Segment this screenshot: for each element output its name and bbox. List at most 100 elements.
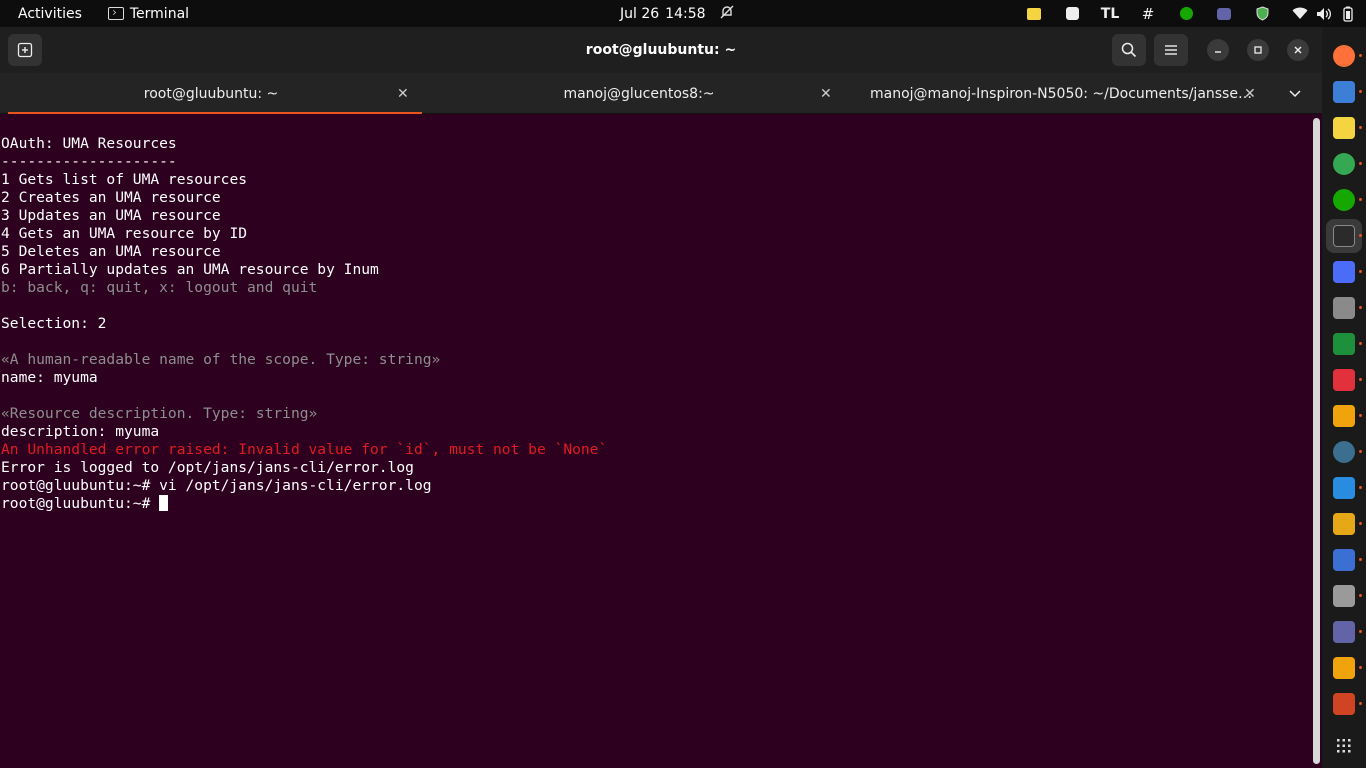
document-viewer-icon[interactable] (1333, 81, 1355, 103)
terminal-line: name: myuma (1, 369, 98, 386)
running-indicator (1359, 450, 1362, 453)
chrome-icon[interactable] (1333, 153, 1355, 175)
tabs-overflow-button[interactable] (1288, 85, 1302, 104)
tab-manoj-glucentos8[interactable]: manoj@glucentos8:~ ✕ (430, 73, 848, 114)
terminal-line: -------------------- (1, 153, 177, 170)
running-indicator (1359, 90, 1362, 93)
activities-button[interactable]: Activities (18, 6, 82, 22)
terminal-line: 2 Creates an UMA resource (1, 189, 221, 206)
time-label: 14:58 (665, 5, 706, 22)
archive-icon[interactable] (1333, 513, 1355, 535)
web-browser-icon[interactable] (1333, 441, 1355, 463)
volume-icon (1316, 6, 1332, 22)
slack-tray-icon[interactable]: # (1140, 5, 1156, 23)
notes-tray-icon[interactable] (1064, 6, 1080, 22)
running-indicator (1359, 342, 1362, 345)
terminal-line: 4 Gets an UMA resource by ID (1, 225, 248, 242)
terminal-headerbar: root@gluubuntu: ~ (0, 27, 1322, 73)
search-icon (1121, 42, 1137, 58)
minimize-button[interactable] (1207, 39, 1229, 61)
terminal-line: 3 Updates an UMA resource (1, 207, 221, 224)
tab-label: manoj@glucentos8:~ (563, 85, 715, 102)
close-tab-icon[interactable]: ✕ (820, 86, 832, 102)
terminal-line: 1 Gets list of UMA resources (1, 171, 248, 188)
running-indicator (1359, 522, 1362, 525)
close-window-button[interactable] (1287, 39, 1309, 61)
show-applications-button[interactable] (1337, 738, 1351, 753)
shield-tray-icon[interactable] (1254, 6, 1270, 22)
system-menu-button[interactable] (1292, 6, 1356, 22)
tab-label: manoj@manoj-Inspiron-N5050: ~/Documents/… (870, 85, 1252, 102)
running-indicator (1359, 198, 1362, 201)
upwork-icon[interactable] (1333, 189, 1355, 211)
running-indicator (1359, 162, 1362, 165)
settings-icon[interactable] (1333, 585, 1355, 607)
hamburger-menu-icon (1165, 45, 1177, 55)
dock (1322, 27, 1366, 768)
tab-manoj-inspiron[interactable]: manoj@manoj-Inspiron-N5050: ~/Documents/… (856, 73, 1266, 114)
terminal-app-icon (107, 7, 124, 20)
terminal-error-line: An Unhandled error raised: Invalid value… (1, 441, 608, 458)
tl-tray-icon[interactable]: TL (1101, 6, 1119, 22)
terminal-line: root@gluubuntu:~# vi /opt/jans/jans-cli/… (1, 477, 432, 494)
tab-root-gluubuntu[interactable]: root@gluubuntu: ~ ✕ (0, 73, 422, 115)
screenshot-icon[interactable] (1333, 261, 1355, 283)
running-indicator (1359, 594, 1362, 597)
terminal-line: description: myuma (1, 423, 160, 440)
teams-icon[interactable] (1333, 621, 1355, 643)
remote-desktop-2-icon[interactable] (1333, 657, 1355, 679)
running-indicator (1359, 54, 1362, 57)
teams-tray-icon[interactable] (1216, 6, 1232, 22)
terminal-line: «A human-readable name of the scope. Typ… (1, 351, 441, 368)
running-indicator (1359, 666, 1362, 669)
menu-button[interactable] (1154, 34, 1188, 66)
minimize-icon (1215, 51, 1221, 53)
presentation-icon[interactable] (1333, 693, 1355, 715)
do-not-disturb-icon (720, 5, 734, 23)
chevron-down-icon (1289, 90, 1301, 98)
terminal-cursor (159, 495, 169, 511)
vscode-icon[interactable] (1333, 477, 1355, 499)
terminal-icon[interactable] (1333, 225, 1355, 247)
spreadsheet-icon[interactable] (1333, 333, 1355, 355)
text-editor-icon[interactable] (1333, 549, 1355, 571)
top-bar: Activities Terminal Jul 26 14:58 TL # (0, 0, 1366, 27)
running-indicator (1359, 234, 1362, 237)
close-icon (1294, 46, 1302, 54)
running-indicator (1359, 630, 1362, 633)
terminal-output[interactable]: OAuth: UMA Resources --------------------… (0, 114, 1312, 768)
terminal-line: OAuth: UMA Resources (1, 135, 177, 152)
terminal-scrollbar[interactable] (1313, 118, 1320, 764)
terminal-line: b: back, q: quit, x: logout and quit (1, 279, 318, 296)
maximize-button[interactable] (1247, 39, 1269, 61)
terminal-line: 5 Deletes an UMA resource (1, 243, 221, 260)
terminal-line: Error is logged to /opt/jans/jans-cli/er… (1, 459, 414, 476)
running-indicator (1359, 378, 1362, 381)
search-button[interactable] (1112, 34, 1146, 66)
running-indicator (1359, 486, 1362, 489)
firefox-icon[interactable] (1333, 45, 1355, 67)
close-tab-icon[interactable]: ✕ (1244, 86, 1256, 102)
date-label: Jul 26 (620, 5, 660, 22)
battery-icon (1340, 6, 1356, 22)
restore-icon (1254, 46, 1262, 54)
sticky-notes-tray-icon[interactable] (1026, 6, 1042, 22)
terminal-prompt-line: root@gluubuntu:~# (1, 495, 1312, 513)
upwork-tray-icon[interactable] (1178, 6, 1194, 22)
running-indicator (1359, 126, 1362, 129)
sticky-notes-icon[interactable] (1333, 117, 1355, 139)
terminal-line: 6 Partially updates an UMA resource by I… (1, 261, 379, 278)
running-indicator (1359, 414, 1362, 417)
screen-recorder-icon[interactable] (1333, 369, 1355, 391)
prompt-text: root@gluubuntu:~# (1, 495, 160, 512)
clock-button[interactable]: Jul 26 14:58 (620, 0, 734, 27)
tab-bar: root@gluubuntu: ~ ✕ manoj@glucentos8:~ ✕… (0, 73, 1322, 115)
close-tab-icon[interactable]: ✕ (397, 86, 409, 102)
files-icon[interactable] (1333, 297, 1355, 319)
terminal-line: «Resource description. Type: string» (1, 405, 318, 422)
app-menu-button[interactable]: Terminal (107, 6, 189, 22)
remote-desktop-icon[interactable] (1333, 405, 1355, 427)
running-indicator (1359, 270, 1362, 273)
running-indicator (1359, 702, 1362, 705)
